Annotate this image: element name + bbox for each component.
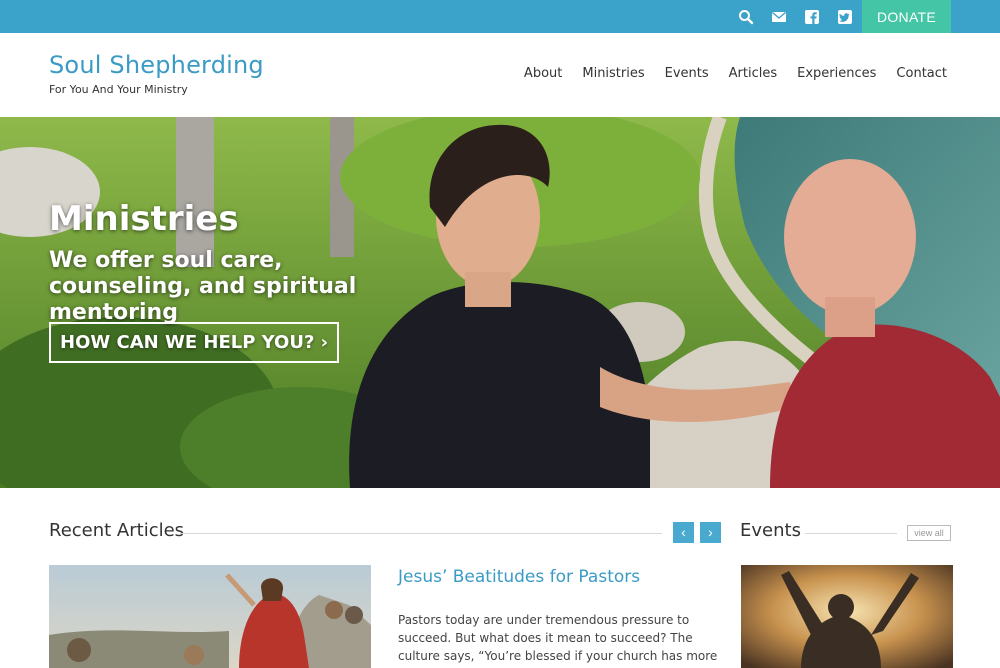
article-excerpt: Pastors today are under tremendous press… [398,613,718,668]
nav-item-contact[interactable]: Contact [896,66,947,81]
hero-banner: Ministries We offer soul care, counselin… [0,117,1000,488]
articles-next-button[interactable]: › [700,522,721,543]
events-heading: Events [740,520,801,541]
sermon-painting-image [49,565,371,668]
article-thumbnail[interactable] [49,565,371,668]
articles-prev-button[interactable]: ‹ [673,522,694,543]
top-utility-bar: DONATE [0,0,1000,33]
worship-sunset-image [741,565,953,668]
site-logo[interactable]: Soul Shepherding For You And Your Minist… [49,51,264,96]
nav-item-articles[interactable]: Articles [729,66,777,81]
nav-item-about[interactable]: About [524,66,562,81]
main-nav: About Ministries Events Articles Experie… [524,66,947,81]
donate-button[interactable]: DONATE [862,0,951,33]
events-divider [805,533,897,534]
how-can-we-help-button[interactable]: HOW CAN WE HELP YOU? › [49,322,340,363]
hero-subtitle: We offer soul care, counseling, and spir… [49,248,357,325]
nav-item-events[interactable]: Events [665,66,709,81]
article-title[interactable]: Jesus’ Beatitudes for Pastors [398,567,640,587]
nav-item-ministries[interactable]: Ministries [582,66,644,81]
hero-title: Ministries [49,199,239,239]
twitter-icon[interactable] [837,9,853,25]
site-tagline: For You And Your Ministry [49,83,188,96]
event-thumbnail[interactable] [741,565,953,668]
envelope-icon[interactable] [771,9,787,25]
chevron-left-icon: ‹ [681,524,686,540]
recent-articles-heading: Recent Articles [49,520,185,541]
events-view-all-button[interactable]: view all [907,525,951,541]
recent-articles-divider [180,533,662,534]
facebook-icon[interactable] [804,9,820,25]
site-header: Soul Shepherding For You And Your Minist… [0,33,1000,117]
site-title[interactable]: Soul Shepherding [49,51,264,79]
search-icon[interactable] [738,9,754,25]
chevron-right-icon: › [708,524,713,540]
nav-item-experiences[interactable]: Experiences [797,66,876,81]
